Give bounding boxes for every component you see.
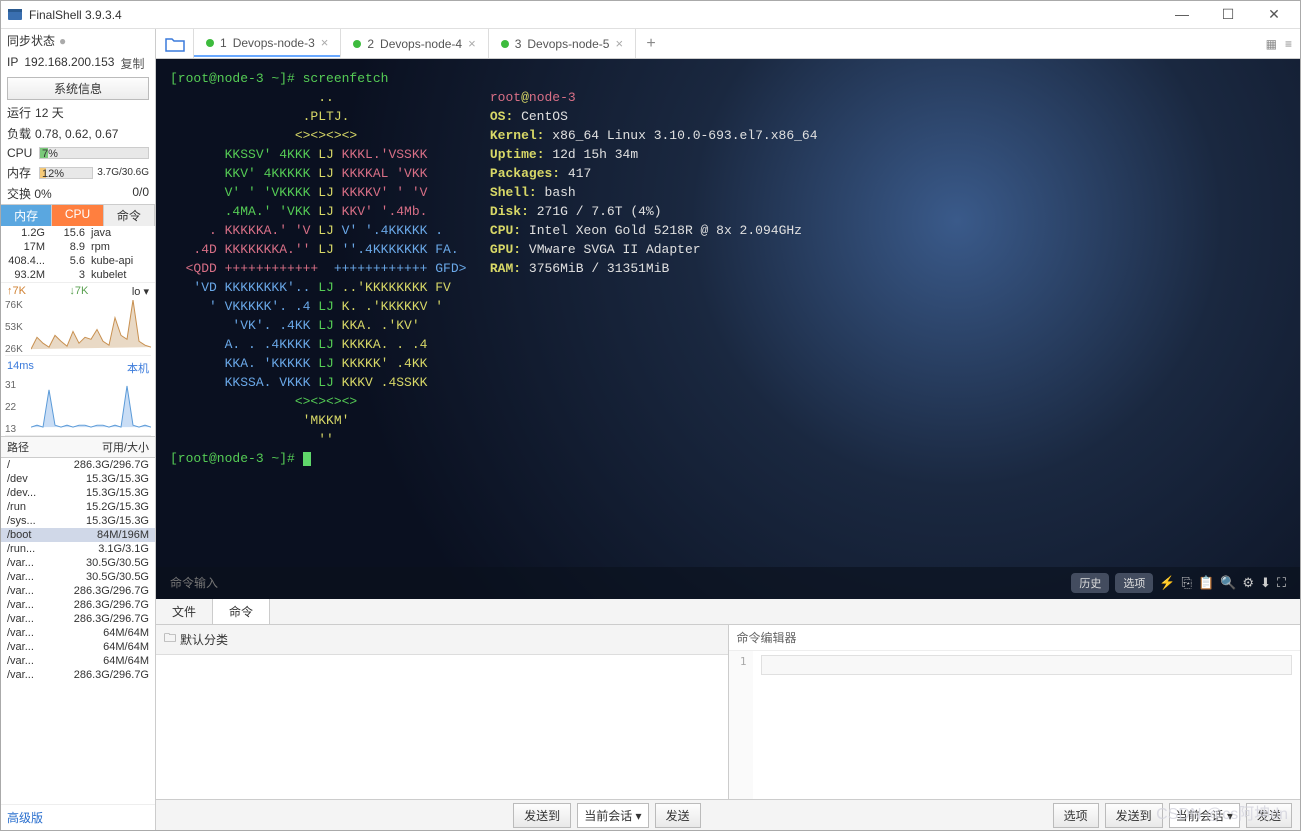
command-input[interactable]: [170, 576, 1071, 590]
system-info-button[interactable]: 系统信息: [7, 77, 149, 100]
folder-icon: 🗀: [164, 629, 176, 650]
status-dot-icon: [353, 40, 361, 48]
close-button[interactable]: ✕: [1260, 6, 1288, 23]
network-chart: 76K53K26K: [5, 300, 151, 356]
net-upload: ↑7K: [7, 285, 26, 298]
send-to-button-right[interactable]: 发送到: [1105, 803, 1163, 828]
sidebar: 同步状态 ● IP 192.168.200.153 复制 系统信息 运行 12 …: [1, 29, 156, 830]
list-view-icon[interactable]: ≡: [1285, 37, 1292, 51]
paste-icon[interactable]: 📋: [1198, 575, 1214, 591]
swap-row: 交换 0% 0/0: [1, 183, 155, 204]
fs-col-size[interactable]: 可用/大小: [53, 439, 149, 455]
ping-value: 14ms: [7, 360, 34, 376]
bottom-bar: 发送到 当前会话 ▾ 发送 选项 发送到 当前会话 ▾ 发送: [156, 800, 1300, 830]
ping-chart: 312213: [5, 380, 151, 436]
send-button-right[interactable]: 发送: [1246, 803, 1292, 828]
folder-icon[interactable]: [156, 29, 194, 58]
window-title: FinalShell 3.9.3.4: [29, 8, 1168, 22]
status-dot-icon: [501, 40, 509, 48]
tabbar: 1 Devops-node-3 × 2 Devops-node-4 × 3 De…: [156, 29, 1300, 59]
uptime-row: 运行 12 天: [1, 102, 155, 123]
filesystem-list[interactable]: /286.3G/296.7G /dev15.3G/15.3G /dev...15…: [1, 458, 155, 804]
terminal[interactable]: [root@node-3 ~]# screenfetch .. root@roo…: [156, 59, 1300, 599]
close-tab-icon[interactable]: ×: [615, 36, 623, 51]
load-row: 负载 0.78, 0.62, 0.67: [1, 123, 155, 144]
mem-row: 内存 12% 3.7G/30.6G: [1, 162, 155, 183]
fs-col-path[interactable]: 路径: [7, 439, 53, 455]
gear-icon[interactable]: ⚙: [1242, 575, 1254, 591]
process-table: 1.2G15.6java 17M8.9rpm 408.4...5.6kube-a…: [1, 226, 155, 282]
proc-tab-cpu[interactable]: CPU: [52, 205, 103, 226]
add-tab-button[interactable]: +: [636, 29, 666, 58]
command-tree: 🗀 默认分类: [156, 625, 729, 799]
status-dot-icon: [206, 39, 214, 47]
send-to-button-left[interactable]: 发送到: [513, 803, 571, 828]
options-button[interactable]: 选项: [1115, 573, 1153, 593]
sync-status-label: 同步状态: [7, 32, 55, 49]
cpu-row: CPU 7%: [1, 144, 155, 162]
proc-tab-cmd[interactable]: 命令: [104, 205, 155, 226]
ip-value: 192.168.200.153: [24, 55, 114, 72]
grid-view-icon[interactable]: ▦: [1266, 37, 1277, 51]
history-button[interactable]: 历史: [1071, 573, 1109, 593]
terminal-output: [root@node-3 ~]# screenfetch .. root@roo…: [156, 59, 1300, 478]
download-icon[interactable]: ⬇: [1260, 575, 1271, 591]
close-tab-icon[interactable]: ×: [468, 36, 476, 51]
search-icon[interactable]: 🔍: [1220, 575, 1236, 591]
options-button-right[interactable]: 选项: [1053, 803, 1099, 828]
proc-tab-mem[interactable]: 内存: [1, 205, 52, 226]
copy-icon[interactable]: ⎘: [1182, 575, 1192, 591]
app-icon: [7, 7, 23, 23]
lower-tab-file[interactable]: 文件: [156, 599, 213, 624]
session-select-right[interactable]: 当前会话 ▾: [1169, 803, 1240, 828]
net-download: ↓7K: [69, 285, 88, 298]
line-number: 1: [729, 651, 753, 799]
minimize-button[interactable]: —: [1168, 6, 1196, 23]
session-select-left[interactable]: 当前会话 ▾: [577, 803, 648, 828]
maximize-button[interactable]: ☐: [1214, 6, 1242, 23]
close-tab-icon[interactable]: ×: [321, 35, 329, 50]
default-category-node[interactable]: 🗀 默认分类: [156, 625, 728, 655]
send-button-left[interactable]: 发送: [655, 803, 701, 828]
tab-node-3[interactable]: 1 Devops-node-3 ×: [194, 29, 341, 58]
lower-tab-cmd[interactable]: 命令: [213, 599, 270, 624]
tab-node-4[interactable]: 2 Devops-node-4 ×: [341, 29, 488, 58]
advanced-link[interactable]: 高级版: [1, 804, 155, 830]
tab-node-5[interactable]: 3 Devops-node-5 ×: [489, 29, 636, 58]
ping-target-select[interactable]: 本机: [127, 360, 149, 376]
ip-label: IP: [7, 55, 18, 72]
net-interface-select[interactable]: lo ▾: [132, 285, 149, 298]
command-editor-input[interactable]: [761, 655, 1293, 675]
command-editor-label: 命令编辑器: [729, 625, 1301, 651]
titlebar: FinalShell 3.9.3.4 — ☐ ✕: [1, 1, 1300, 29]
fullscreen-icon[interactable]: ⛶: [1277, 575, 1286, 591]
sync-status-icon: ●: [59, 34, 66, 48]
copy-ip-link[interactable]: 复制: [120, 55, 144, 72]
lightning-icon[interactable]: ⚡: [1159, 575, 1175, 591]
